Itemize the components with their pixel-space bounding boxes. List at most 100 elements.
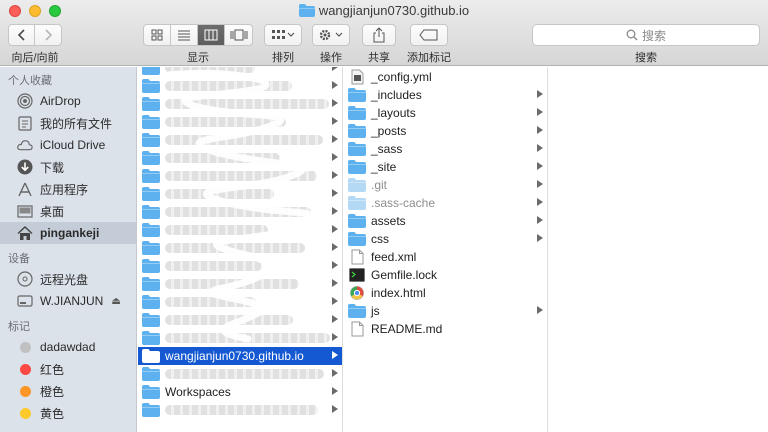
redacted-folder-name <box>165 67 255 73</box>
folder-row[interactable] <box>138 95 342 113</box>
folder-row[interactable] <box>138 77 342 95</box>
repo-contents-column: _config.yml _includes _layouts _posts _sass _… <box>344 67 548 432</box>
sidebar-item-downloads[interactable]: 下载 <box>0 156 136 178</box>
xml-file-icon <box>348 249 366 265</box>
search-field[interactable]: 搜索 <box>532 24 760 46</box>
folder-row[interactable] <box>138 311 342 329</box>
folder-row[interactable] <box>138 149 342 167</box>
sidebar-tag-red[interactable]: 红色 <box>0 358 136 380</box>
folder-icon <box>142 222 160 238</box>
disclosure-arrow-icon <box>332 369 338 377</box>
list-view-button[interactable] <box>171 25 199 45</box>
file-row[interactable]: README.md <box>344 320 547 338</box>
sidebar-item-remote-disc[interactable]: 远程光盘 <box>0 268 136 290</box>
sidebar-tag-orange[interactable]: 橙色 <box>0 380 136 402</box>
folder-row[interactable] <box>138 203 342 221</box>
sidebar-item-label: 黄色 <box>40 406 65 421</box>
file-row[interactable]: _site <box>344 158 547 176</box>
folder-row[interactable] <box>138 131 342 149</box>
sidebar-item-airdrop[interactable]: AirDrop <box>0 90 136 112</box>
list-icon <box>178 30 191 41</box>
folder-row[interactable]: Workspaces <box>138 383 342 401</box>
view-label: 显示 <box>187 52 209 64</box>
folder-row[interactable] <box>138 221 342 239</box>
file-row[interactable]: _sass <box>344 140 547 158</box>
file-name: js <box>371 304 380 318</box>
disclosure-arrow-icon <box>332 225 338 233</box>
back-button[interactable] <box>9 25 36 45</box>
file-row[interactable]: index.html <box>344 284 547 302</box>
columns-icon <box>204 29 218 41</box>
disclosure-arrow-icon <box>332 333 338 341</box>
sidebar-item-label: 橙色 <box>40 384 65 399</box>
folder-row[interactable] <box>138 67 342 77</box>
chevron-left-icon <box>17 29 25 41</box>
sidebar-item-label: iCloud Drive <box>40 138 106 152</box>
sidebar-item-applications[interactable]: 应用程序 <box>0 178 136 200</box>
disclosure-arrow-icon <box>537 306 543 314</box>
folder-icon <box>142 132 160 148</box>
disclosure-arrow-icon <box>332 387 338 395</box>
file-row[interactable]: _config.yml <box>344 68 547 86</box>
file-row[interactable]: feed.xml <box>344 248 547 266</box>
window-toolbar: wangjianjun0730.github.io 向后/向前 显示 排列 操作… <box>0 0 768 66</box>
file-row[interactable]: .sass-cache <box>344 194 547 212</box>
share-button[interactable] <box>362 24 396 46</box>
file-row[interactable]: _layouts <box>344 104 547 122</box>
sidebar-item-label: pingankeji <box>40 226 100 240</box>
disclosure-arrow-icon <box>332 351 338 359</box>
redacted-folder-name <box>165 171 317 181</box>
html-file-icon <box>348 285 366 301</box>
disclosure-arrow-icon <box>332 261 338 269</box>
redacted-folder-name <box>165 117 286 127</box>
disclosure-arrow-icon <box>332 243 338 251</box>
gear-icon <box>319 29 343 41</box>
sidebar-item-all-files[interactable]: 我的所有文件 <box>0 112 136 134</box>
folder-row[interactable] <box>138 239 342 257</box>
add-tag-button[interactable] <box>410 24 448 46</box>
icon-view-button[interactable] <box>144 25 172 45</box>
file-row[interactable]: .git <box>344 176 547 194</box>
file-row[interactable]: assets <box>344 212 547 230</box>
sidebar-tag-yellow[interactable]: 黄色 <box>0 402 136 424</box>
folder-icon <box>142 240 160 256</box>
column-view-button[interactable] <box>198 25 226 45</box>
disclosure-arrow-icon <box>332 99 338 107</box>
forward-button[interactable] <box>35 25 61 45</box>
eject-icon[interactable]: ⏏ <box>111 296 120 307</box>
tag-color-dot-icon <box>17 405 33 421</box>
folder-icon <box>142 312 160 328</box>
sidebar-item-w-jianjun[interactable]: W.JIANJUN ⏏ <box>0 290 136 312</box>
redacted-folder-name <box>165 135 323 145</box>
cover-flow-view-button[interactable] <box>225 25 252 45</box>
file-row[interactable]: css <box>344 230 547 248</box>
yml-file-icon <box>348 69 366 85</box>
file-name: Gemfile.lock <box>371 268 438 282</box>
folder-icon <box>348 141 366 157</box>
icon-grid-icon <box>151 29 163 41</box>
folder-row[interactable] <box>138 257 342 275</box>
folder-row[interactable]: wangjianjun0730.github.io <box>138 347 342 365</box>
sidebar-item-pingankeji[interactable]: pingankeji <box>0 222 136 244</box>
folder-row[interactable] <box>138 275 342 293</box>
folder-row[interactable] <box>138 185 342 203</box>
file-row[interactable]: _includes <box>344 86 547 104</box>
sidebar-item-desktop[interactable]: 桌面 <box>0 200 136 222</box>
sidebar-item-label: AirDrop <box>40 94 81 108</box>
arrange-button[interactable] <box>264 24 302 46</box>
folder-row[interactable] <box>138 365 342 383</box>
file-row[interactable]: _posts <box>344 122 547 140</box>
share-icon <box>373 27 385 43</box>
sidebar-tag-dadawdad[interactable]: dadawdad <box>0 336 136 358</box>
folder-row[interactable] <box>138 167 342 185</box>
sidebar-item-icloud-drive[interactable]: iCloud Drive <box>0 134 136 156</box>
file-row[interactable]: Gemfile.lock <box>344 266 547 284</box>
folder-row[interactable] <box>138 401 342 419</box>
folder-icon <box>142 150 160 166</box>
folder-row[interactable] <box>138 113 342 131</box>
disclosure-arrow-icon <box>537 234 543 242</box>
action-button[interactable] <box>312 24 350 46</box>
folder-row[interactable] <box>138 293 342 311</box>
file-row[interactable]: js <box>344 302 547 320</box>
folder-row[interactable] <box>138 329 342 347</box>
